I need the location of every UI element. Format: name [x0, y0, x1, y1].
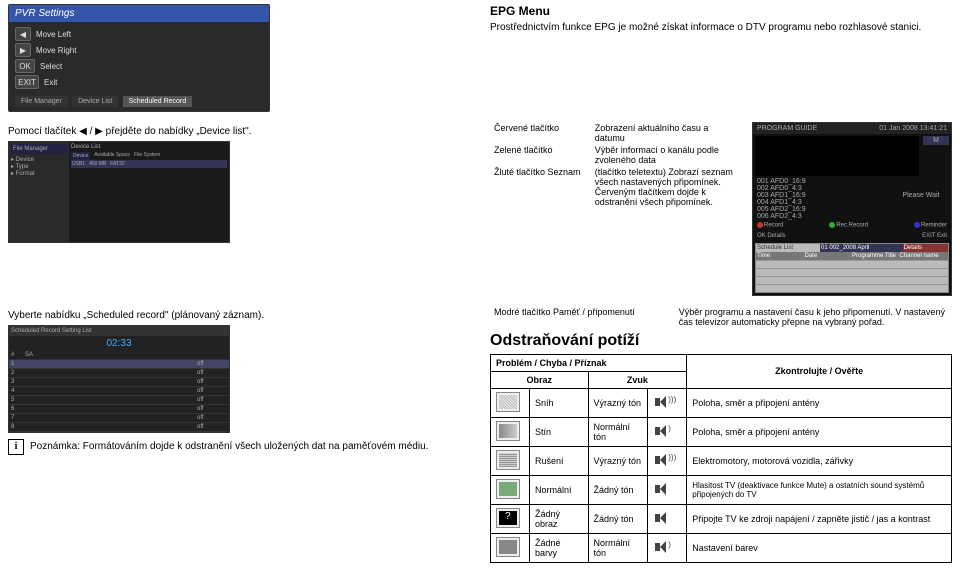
epg-heading: EPG Menu	[490, 4, 952, 18]
info-note: Poznámka: Formátováním dojde k odstraněn…	[30, 441, 428, 452]
pg-leg-remind: Reminder	[921, 223, 947, 229]
th-image: Obraz	[491, 371, 589, 388]
pg-ch-5: 006 AFD2_4:3	[753, 213, 891, 220]
table-row: Stín Normální tón Poloha, směr a připoje…	[491, 417, 952, 446]
pg-leg-ok: OK Details	[757, 233, 786, 239]
pg-st-col0: Time	[757, 253, 805, 259]
pvr-title: PVR Settings	[9, 5, 269, 22]
pvr-move-left: Move Left	[36, 30, 71, 39]
pg-ch-4: 005 AFD2_16:9	[753, 206, 891, 213]
speaker-loud2-icon	[653, 452, 675, 468]
r5-sound: Normální tón	[588, 533, 648, 562]
pg-st-tab0: Schedule List	[756, 244, 820, 252]
table-row: ? Žádný obraz Žádný tón Připojte TV ke z…	[491, 504, 952, 533]
r1-image: Stín	[530, 417, 589, 446]
r0-image: Sníh	[530, 388, 589, 417]
exit-key-icon: EXIT	[15, 75, 39, 89]
pg-leg-exit: EXIT Exit	[922, 233, 947, 239]
srl-screenshot: Scheduled Record Setting List 02:33 #SA …	[8, 325, 230, 433]
blue-desc: Výběr programu a nastavení času k jeho p…	[675, 306, 952, 328]
pvr-row-ok: OK Select	[15, 58, 263, 74]
speaker-none2-icon	[653, 510, 675, 526]
r1-sound: Normální tón	[588, 417, 648, 446]
r4-image: Žádný obraz	[530, 504, 589, 533]
r2-check: Elektromotory, motorová vozidla, zářivky	[687, 446, 952, 475]
tv-nocolor-icon	[496, 537, 520, 557]
pg-movie: M	[923, 136, 949, 145]
th-problem: Problém / Chyba / Příznak	[491, 354, 687, 371]
r3-check: Hlasitost TV (deaktivace funkce Mute) a …	[687, 475, 952, 504]
tv-noise-icon	[496, 450, 520, 470]
pg-please-wait: Please Wait	[902, 192, 939, 199]
r5-check: Nastavení barev	[687, 533, 952, 562]
tv-shadow-icon	[496, 421, 520, 441]
tv-snow-icon	[496, 392, 520, 412]
pvr-settings-screenshot: PVR Settings ◀ Move Left ▶ Move Right OK…	[8, 4, 270, 112]
blue-label: Modré tlačítko Paměť / připomenutí	[490, 306, 675, 328]
r0-sound: Výrazný tón	[588, 388, 648, 417]
sched-record-hint: Vyberte nabídku „Scheduled record" (plán…	[8, 310, 470, 321]
yellow-desc: (tlačítko teletextu) Zobrazí seznam všec…	[591, 166, 742, 208]
pvr-select: Select	[40, 62, 62, 71]
info-icon: i	[8, 439, 24, 455]
r2-sound: Výrazný tón	[588, 446, 648, 475]
r4-check: Připojte TV ke zdroji napájení / zapněte…	[687, 504, 952, 533]
device-list-hint: Pomocí tlačítek ◀ / ▶ přejděte do nabídk…	[8, 126, 470, 137]
pg-datetime: 01 Jan 2008 13:41:21	[879, 125, 947, 132]
pg-st-col1: Date	[805, 253, 853, 259]
table-row: Sníh Výrazný tón Poloha, směr a připojen…	[491, 388, 952, 417]
pg-leg-record: Record	[764, 223, 783, 229]
pvr-tab-device: Device List	[72, 96, 118, 107]
epg-color-table: Červené tlačítko Zobrazení aktuálního ča…	[490, 122, 742, 208]
th-check: Zkontrolujte / Ověřte	[687, 354, 952, 388]
pvr-row-left: ◀ Move Left	[15, 26, 263, 42]
r3-image: Normální	[530, 475, 589, 504]
pvr-tab-record: Scheduled Record	[123, 96, 193, 107]
ok-key-icon: OK	[15, 59, 35, 73]
pg-st-col2: Programme Title	[852, 253, 900, 259]
r3-sound: Žádný tón	[588, 475, 648, 504]
troubleshoot-table: Problém / Chyba / Příznak Zkontrolujte /…	[490, 354, 952, 563]
green-label: Zelené tlačítko	[490, 144, 591, 166]
r2-image: Rušení	[530, 446, 589, 475]
pg-ch-1: 002 AFD0_4:3	[753, 185, 891, 192]
red-label: Červené tlačítko	[490, 122, 591, 144]
pg-title: PROGRAM GUIDE	[757, 125, 817, 132]
program-guide-screenshot: PROGRAM GUIDE 01 Jan 2008 13:41:21 M 001…	[752, 122, 952, 296]
r5-image: Žádné barvy	[530, 533, 589, 562]
left-arrow-icon: ◀	[15, 27, 31, 41]
pvr-move-right: Move Right	[36, 46, 76, 55]
troubleshoot-heading: Odstraňování potíží	[490, 332, 952, 350]
pg-st-col3: Channel name	[900, 253, 948, 259]
pg-leg-recrecord: Rec.Record	[836, 223, 868, 229]
r4-sound: Žádný tón	[588, 504, 648, 533]
pg-st-tab1: 01 002_2008 April	[820, 244, 903, 252]
pvr-tab-file: File Manager	[15, 96, 68, 107]
red-desc: Zobrazení aktuálního času a datumu	[591, 122, 742, 144]
pg-ch-0: 001 AFD0_16:9	[753, 178, 891, 185]
green-desc: Výběr informací o kanálu podle zvoleného…	[591, 144, 742, 166]
epg-description: Prostřednictvím funkce EPG je možné získ…	[490, 22, 952, 33]
r0-check: Poloha, směr a připojení antény	[687, 388, 952, 417]
speaker-normal-icon	[653, 423, 675, 439]
right-arrow-icon: ▶	[15, 43, 31, 57]
pg-ch-3: 004 AFD1_4:3	[753, 199, 891, 206]
table-row: Rušení Výrazný tón Elektromotory, motoro…	[491, 446, 952, 475]
pvr-row-right: ▶ Move Right	[15, 42, 263, 58]
pg-ch-2: 003 AFD1_16:9	[753, 192, 891, 199]
th-sound: Zvuk	[588, 371, 687, 388]
pg-st-tab2: Details	[903, 244, 948, 252]
tv-black-icon: ?	[496, 508, 520, 528]
device-list-screenshot: File Manager ▸ Device ▸ Type ▸ Format De…	[8, 141, 230, 243]
pvr-exit: Exit	[44, 78, 57, 87]
r1-check: Poloha, směr a připojení antény	[687, 417, 952, 446]
speaker-loud-icon	[653, 394, 675, 410]
speaker-normal2-icon	[653, 539, 675, 555]
table-row: Normální Žádný tón Hlasitost TV (deaktiv…	[491, 475, 952, 504]
table-row: Žádné barvy Normální tón Nastavení barev	[491, 533, 952, 562]
yellow-label: Žluté tlačítko Seznam	[490, 166, 591, 208]
tv-normal-icon	[496, 479, 520, 499]
pvr-row-exit: EXIT Exit	[15, 74, 263, 90]
speaker-none-icon	[653, 481, 675, 497]
